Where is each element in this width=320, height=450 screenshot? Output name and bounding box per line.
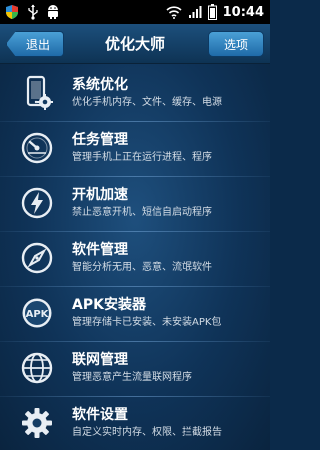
settings-gear-icon [18, 404, 56, 442]
menu-item-software-manager[interactable]: 软件管理 智能分析无用、恶意、流氓软件 [0, 232, 270, 284]
main-menu: 系统优化 优化手机内存、文件、缓存、电源 任务管理 管理手机上正在运行进程、程序 [0, 64, 270, 450]
menu-item-label: 系统优化 [72, 77, 128, 93]
usb-icon [27, 4, 39, 20]
menu-item-system-optimize[interactable]: 系统优化 优化手机内存、文件、缓存、电源 [0, 67, 270, 119]
android-icon [46, 4, 60, 20]
menu-item-label: APK安装器 [72, 297, 146, 313]
svg-text:APK: APK [26, 309, 50, 320]
menu-item-description: 禁止恶意开机、短信自启动程序 [72, 207, 212, 218]
menu-item-description: 智能分析无用、恶意、流氓软件 [72, 262, 212, 273]
shield-icon [4, 4, 20, 20]
gauge-icon [18, 129, 56, 167]
compass-icon [18, 239, 56, 277]
menu-item-label: 软件设置 [72, 407, 128, 423]
clock-time: 10:44 [222, 4, 264, 20]
menu-item-apk-installer[interactable]: APK APK安装器 管理存储卡已安装、未安装APK包 [0, 287, 270, 339]
battery-icon [207, 4, 217, 20]
menu-item-description: 管理存储卡已安装、未安装APK包 [72, 317, 222, 328]
menu-item-description: 自定义实时内存、权限、拦截报告 [72, 427, 222, 438]
menu-item-task-manager[interactable]: 任务管理 管理手机上正在运行进程、程序 [0, 122, 270, 174]
menu-item-label: 任务管理 [72, 132, 128, 148]
menu-item-description: 优化手机内存、文件、缓存、电源 [72, 97, 222, 108]
exit-button[interactable]: 退出 [6, 31, 64, 57]
apk-icon: APK [18, 294, 56, 332]
menu-item-label: 开机加速 [72, 187, 128, 203]
menu-item-description: 管理恶意产生流量联网程序 [72, 372, 192, 383]
title-bar: 退出 优化大师 选项 [0, 24, 270, 64]
menu-item-label: 联网管理 [72, 352, 128, 368]
menu-item-network-manager[interactable]: 联网管理 管理恶意产生流量联网程序 [0, 342, 270, 394]
menu-item-settings[interactable]: 软件设置 自定义实时内存、权限、拦截报告 [0, 397, 270, 449]
page-title: 优化大师 [104, 35, 165, 53]
signal-icon [188, 5, 202, 19]
wifi-icon [166, 5, 182, 19]
menu-item-description: 管理手机上正在运行进程、程序 [72, 152, 212, 163]
status-bar: 10:44 [0, 0, 270, 24]
menu-item-label: 软件管理 [72, 242, 128, 258]
power-bolt-icon [18, 184, 56, 222]
globe-icon [18, 349, 56, 387]
phone-gear-icon [18, 74, 56, 112]
menu-item-boot-speedup[interactable]: 开机加速 禁止恶意开机、短信自启动程序 [0, 177, 270, 229]
options-button[interactable]: 选项 [208, 31, 264, 57]
